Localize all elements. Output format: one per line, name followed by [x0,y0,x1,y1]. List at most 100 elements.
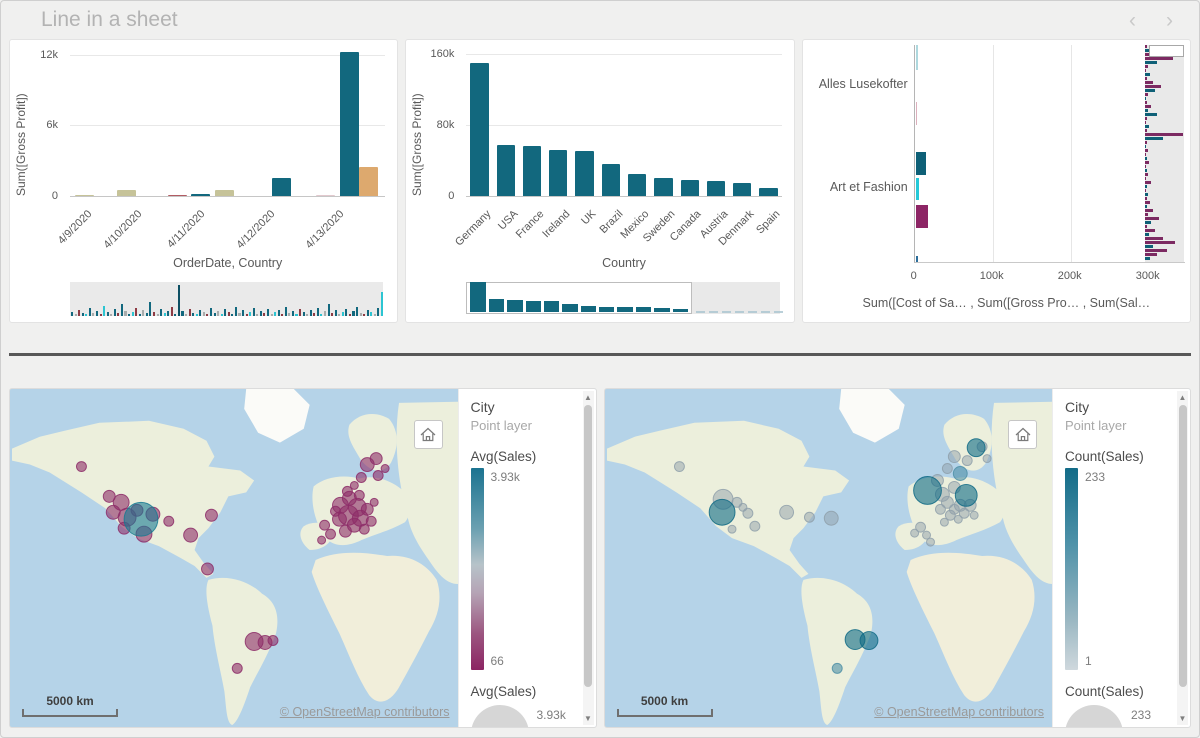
map-bubble[interactable] [354,490,364,500]
map-bubble[interactable] [935,504,945,514]
bar[interactable] [916,205,928,228]
prev-sheet-icon[interactable]: ‹ [1129,10,1136,31]
map-bubble[interactable] [184,528,198,542]
bar[interactable] [117,190,136,196]
map-bubble[interactable] [124,502,158,536]
x-tick-label: UK [580,208,599,227]
map-bubble[interactable] [370,453,382,465]
map-bubble[interactable] [942,464,952,474]
map-bubble[interactable] [970,511,978,519]
map-bubble[interactable] [779,505,793,519]
navigator-track[interactable] [692,282,780,314]
map-bubble[interactable] [674,462,684,472]
map-home-button[interactable] [1008,420,1037,449]
navigator-bar [1145,209,1153,212]
bar[interactable] [215,190,234,196]
bar[interactable] [733,183,751,196]
map-bubble[interactable] [824,511,838,525]
map-bubble[interactable] [318,536,326,544]
map-bubble[interactable] [381,465,389,473]
map-bubble[interactable] [164,516,174,526]
navigator-window[interactable] [1149,45,1184,57]
map-attribution[interactable]: © OpenStreetMap contributors [280,705,450,719]
map-bubble[interactable] [359,524,369,534]
bar[interactable] [523,146,541,196]
attribution-link[interactable]: © OpenStreetMap contributors [874,705,1044,719]
map-bubble[interactable] [860,632,878,650]
bar[interactable] [497,145,515,196]
map-bubble[interactable] [940,518,948,526]
map-bubble[interactable] [962,456,972,466]
chart-scroll-navigator[interactable] [70,282,383,316]
bar[interactable] [707,181,725,196]
map-bubble[interactable] [709,499,735,525]
map-bubble[interactable] [268,636,278,646]
bar[interactable] [272,178,291,196]
scroll-thumb[interactable] [1179,405,1187,687]
map-bubble[interactable] [749,521,759,531]
attribution-link[interactable]: © OpenStreetMap contributors [280,705,450,719]
map-bubble[interactable] [948,451,960,463]
map-bubble[interactable] [202,563,214,575]
map-bubble[interactable] [339,525,351,537]
bar[interactable] [340,52,359,196]
scroll-up-icon[interactable]: ▲ [1177,393,1188,402]
bar[interactable] [575,151,593,196]
bar[interactable] [681,180,699,196]
map-bubble[interactable] [76,462,86,472]
bar[interactable] [549,150,567,196]
bar[interactable] [191,194,210,196]
map-bubble[interactable] [926,538,934,546]
navigator-bar [328,304,330,316]
map-bubble[interactable] [953,467,967,481]
bar[interactable] [916,102,918,125]
legend-scrollbar[interactable]: ▲ ▼ [1177,391,1188,725]
map-bubble[interactable] [728,525,736,533]
map-bubble[interactable] [326,529,336,539]
bar[interactable] [316,195,335,196]
map-bubble[interactable] [983,455,991,463]
map-bubble[interactable] [342,486,352,496]
bar[interactable] [916,178,919,200]
bar[interactable] [470,63,488,196]
map-bubble[interactable] [370,498,378,506]
bar[interactable] [654,178,672,196]
map-bubble[interactable] [955,484,977,506]
bar[interactable] [359,167,378,196]
next-sheet-icon[interactable]: › [1166,10,1173,31]
map-bubble[interactable] [804,512,814,522]
chart-scroll-navigator[interactable] [466,282,779,314]
map-bubble[interactable] [910,529,918,537]
map-bubble[interactable] [913,476,941,504]
map-attribution[interactable]: © OpenStreetMap contributors [874,705,1044,719]
scroll-thumb[interactable] [584,405,592,687]
bar[interactable] [628,174,646,196]
bar[interactable] [916,45,918,70]
size-legend-title: Avg(Sales) [471,684,596,699]
map-bubble[interactable] [320,520,330,530]
map-bubble[interactable] [331,506,341,516]
bar[interactable] [759,188,777,196]
scroll-up-icon[interactable]: ▲ [583,393,594,402]
legend-scrollbar[interactable]: ▲ ▼ [583,391,594,725]
bar[interactable] [916,256,918,262]
map-bubble[interactable] [373,471,383,481]
navigator-window[interactable] [466,282,692,314]
map-bubble[interactable] [967,439,985,457]
x-axis-title: Sum([Cost of Sa… , Sum([Gross Pro… , Sum… [833,296,1180,310]
bar[interactable] [916,152,926,175]
chart-scroll-navigator[interactable] [1145,45,1184,262]
map-bubble[interactable] [356,473,366,483]
map-bubble[interactable] [232,663,242,673]
bar[interactable] [75,195,94,196]
map-home-button[interactable] [414,420,443,449]
bar[interactable] [602,164,620,196]
map-bubble[interactable] [205,509,217,521]
map-bubble[interactable] [742,508,752,518]
map-bubble[interactable] [832,663,842,673]
bar[interactable] [168,195,187,196]
map-bubble[interactable] [366,516,376,526]
navigator-bar [114,309,116,316]
scroll-down-icon[interactable]: ▼ [1177,714,1188,723]
scroll-down-icon[interactable]: ▼ [583,714,594,723]
